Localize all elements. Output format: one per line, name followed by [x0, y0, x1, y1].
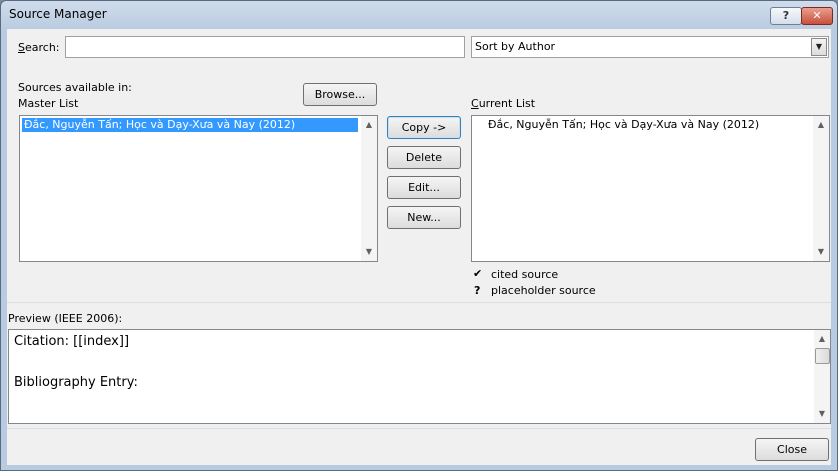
browse-button[interactable]: Browse...	[303, 83, 377, 106]
delete-button[interactable]: Delete	[387, 146, 461, 169]
footer-divider	[7, 428, 831, 429]
section-divider	[7, 302, 831, 303]
master-list-item[interactable]: Đắc, Nguyễn Tấn; Học và Dạy-Xưa và Nay (…	[22, 118, 358, 132]
placeholder-source-label: placeholder source	[491, 284, 596, 297]
sort-dropdown[interactable]: Sort by Author ▼	[471, 36, 829, 58]
scroll-up-icon[interactable]: ▲	[813, 117, 829, 133]
window-title: Source Manager	[9, 7, 107, 21]
sort-dropdown-value: Sort by Author	[475, 40, 556, 53]
search-input[interactable]	[65, 36, 465, 58]
window-close-button[interactable]: ✕	[801, 7, 833, 25]
new-button[interactable]: New...	[387, 206, 461, 229]
master-list-scrollbar[interactable]: ▲ ▼	[361, 116, 377, 261]
scroll-down-icon[interactable]: ▼	[814, 406, 830, 422]
scrollbar-thumb[interactable]	[815, 348, 830, 364]
scroll-down-icon[interactable]: ▼	[361, 244, 377, 260]
preview-label: Preview (IEEE 2006):	[8, 312, 123, 325]
preview-pane[interactable]: Citation: [[index]] Bibliography Entry: …	[8, 329, 831, 424]
scroll-up-icon[interactable]: ▲	[814, 331, 830, 347]
title-bar[interactable]: Source Manager ? ✕	[1, 1, 837, 29]
dialog-client-area: Search: Sort by Author ▼ Sources availab…	[7, 29, 831, 465]
preview-scrollbar[interactable]: ▲ ▼	[814, 330, 830, 423]
current-list-label: Current List	[471, 97, 536, 110]
question-mark-icon: ?	[474, 284, 481, 297]
cited-source-label: cited source	[491, 268, 559, 281]
current-list-scrollbar[interactable]: ▲ ▼	[813, 116, 829, 261]
help-button[interactable]: ?	[770, 7, 802, 25]
master-list-label: Master List	[18, 97, 79, 110]
checkmark-icon: ✔	[473, 267, 483, 280]
current-list-item[interactable]: Đắc, Nguyễn Tấn; Học và Dạy-Xưa và Nay (…	[486, 118, 759, 132]
source-manager-window: Source Manager ? ✕ Search: Sort by Autho…	[0, 0, 838, 471]
search-label: Search:	[18, 41, 60, 54]
scroll-up-icon[interactable]: ▲	[361, 117, 377, 133]
chevron-down-icon[interactable]: ▼	[811, 38, 827, 56]
preview-citation: Citation: [[index]]	[14, 334, 130, 349]
sources-available-label: Sources available in:	[18, 81, 132, 94]
master-list[interactable]: Đắc, Nguyễn Tấn; Học và Dạy-Xưa và Nay (…	[19, 115, 378, 262]
edit-button[interactable]: Edit...	[387, 176, 461, 199]
close-button[interactable]: Close	[755, 438, 829, 461]
scroll-down-icon[interactable]: ▼	[813, 244, 829, 260]
copy-button[interactable]: Copy ->	[387, 116, 461, 139]
current-list[interactable]: Đắc, Nguyễn Tấn; Học và Dạy-Xưa và Nay (…	[471, 115, 830, 262]
preview-bibliography-heading: Bibliography Entry:	[14, 375, 138, 390]
